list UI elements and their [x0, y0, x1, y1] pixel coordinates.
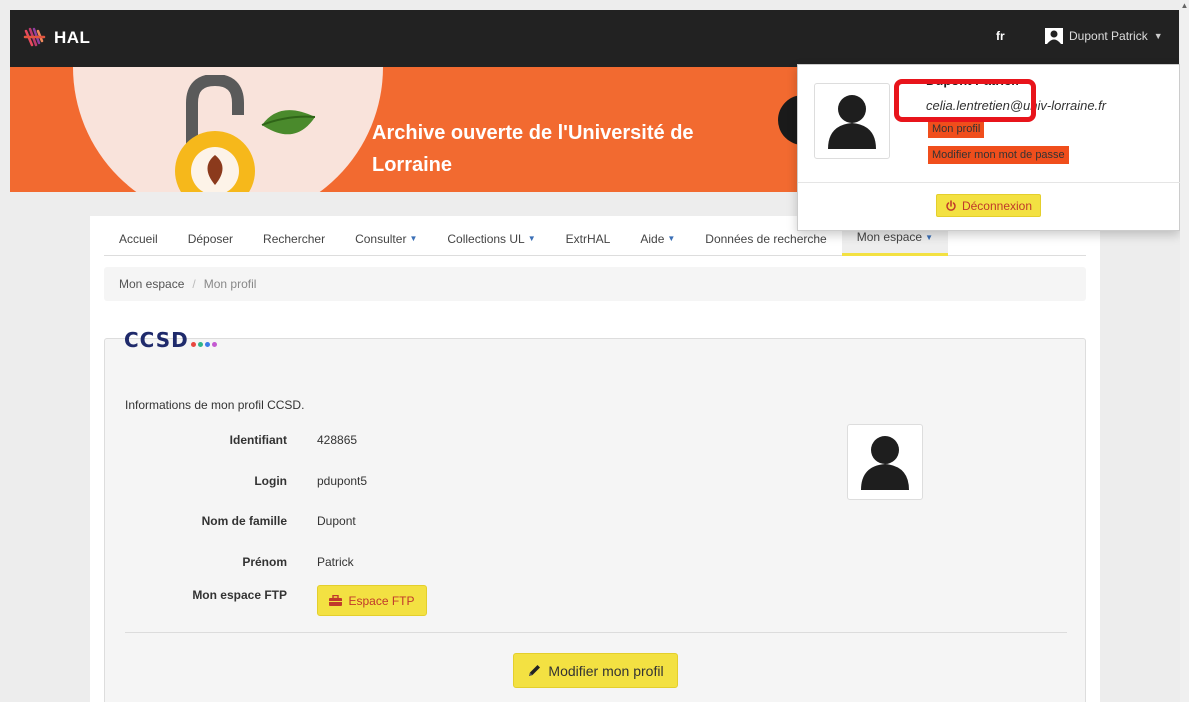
- logo-dot: [190, 342, 196, 347]
- nav-collections-ul[interactable]: Collections UL ▼: [432, 222, 550, 256]
- user-icon: [1045, 28, 1063, 44]
- logo-dot: [211, 342, 217, 347]
- nav-label: Rechercher: [263, 231, 326, 246]
- hal-logo[interactable]: HAL: [22, 25, 90, 51]
- profile-intro: Informations de mon profil CCSD.: [125, 398, 305, 412]
- nav-accueil[interactable]: Accueil: [104, 222, 173, 256]
- edit-profile-button[interactable]: Modifier mon profil: [513, 653, 678, 688]
- my-profile-link[interactable]: Mon profil: [928, 120, 985, 138]
- nav-label: Mon espace: [856, 230, 923, 244]
- breadcrumb-separator: /: [192, 277, 196, 291]
- field-label: Nom de famille: [201, 514, 287, 528]
- field-value: pdupont5: [317, 474, 368, 488]
- field-value: Dupont: [317, 514, 356, 528]
- dropdown-avatar: [814, 83, 890, 159]
- nav-extrhal[interactable]: ExtrHAL: [551, 222, 626, 256]
- field-label: Identifiant: [229, 433, 287, 447]
- nav-label: Consulter: [355, 231, 407, 246]
- user-silhouette-icon: [861, 436, 909, 490]
- caret-down-icon: ▼: [1153, 31, 1163, 41]
- caret-down-icon: ▼: [409, 234, 418, 243]
- user-silhouette-icon: [828, 95, 876, 149]
- hal-logo-icon: [23, 27, 46, 47]
- caret-down-icon: ▼: [667, 234, 676, 243]
- caret-down-icon: ▼: [527, 234, 536, 243]
- logo-dot: [197, 342, 203, 347]
- ftp-button-label: Espace FTP: [348, 593, 415, 608]
- user-menu-toggle[interactable]: Dupont Patrick ▼: [1045, 28, 1163, 44]
- profile-panel: Informations de mon profil CCSD. Identif…: [104, 338, 1086, 702]
- briefcase-icon: [329, 595, 343, 606]
- dropdown-divider: [798, 182, 1181, 183]
- scroll-up-arrow-icon[interactable]: ▲: [1180, 0, 1189, 12]
- change-password-link[interactable]: Modifier mon mot de passe: [928, 146, 1069, 164]
- field-value: 428865: [317, 433, 358, 447]
- top-navbar: HAL fr Dupont Patrick ▼: [10, 10, 1179, 67]
- nav-label: Déposer: [187, 231, 234, 246]
- breadcrumb-parent[interactable]: Mon espace: [119, 277, 184, 291]
- caret-down-icon: ▼: [925, 232, 934, 242]
- nav-label: Données de recherche: [705, 231, 827, 246]
- page-content: Accueil Déposer Rechercher Consulter ▼ Co…: [90, 216, 1100, 702]
- open-access-logo: [175, 75, 316, 192]
- ftp-space-button[interactable]: Espace FTP: [317, 585, 427, 616]
- banner-title: Archive ouverte de l'Université de Lorra…: [372, 122, 694, 176]
- nav-aide[interactable]: Aide ▼: [625, 222, 690, 256]
- nav-label: ExtrHAL: [565, 231, 611, 246]
- ccsd-logo: CCSD: [124, 328, 217, 352]
- nav-deposer[interactable]: Déposer: [173, 222, 248, 256]
- user-menu-name: Dupont Patrick: [1069, 29, 1148, 43]
- nav-label: Collections UL: [447, 231, 525, 246]
- logout-label: Déconnexion: [961, 198, 1033, 213]
- logo-dot: [204, 342, 210, 347]
- highlight-annotation: [894, 79, 1036, 122]
- nav-label: Aide: [640, 231, 665, 246]
- breadcrumb: Mon espace / Mon profil: [104, 267, 1086, 301]
- field-value: Patrick: [317, 555, 354, 569]
- field-label: Prénom: [242, 555, 287, 569]
- field-label: Mon espace FTP: [192, 588, 287, 602]
- language-switch[interactable]: fr: [996, 29, 1005, 43]
- power-icon: [946, 199, 956, 211]
- nav-rechercher[interactable]: Rechercher: [248, 222, 340, 256]
- pencil-icon: [529, 665, 541, 676]
- nav-consulter[interactable]: Consulter ▼: [340, 222, 432, 256]
- brand-name: HAL: [54, 28, 91, 47]
- breadcrumb-current: Mon profil: [203, 277, 257, 291]
- profile-avatar: [847, 424, 923, 500]
- nav-label: Accueil: [119, 231, 158, 246]
- ccsd-logo-text: CCSD: [124, 328, 189, 352]
- field-label: Login: [254, 474, 287, 488]
- logout-button[interactable]: Déconnexion: [936, 194, 1041, 217]
- panel-divider: [125, 632, 1067, 633]
- edit-button-label: Modifier mon profil: [548, 662, 664, 679]
- vertical-scrollbar[interactable]: [1180, 0, 1189, 702]
